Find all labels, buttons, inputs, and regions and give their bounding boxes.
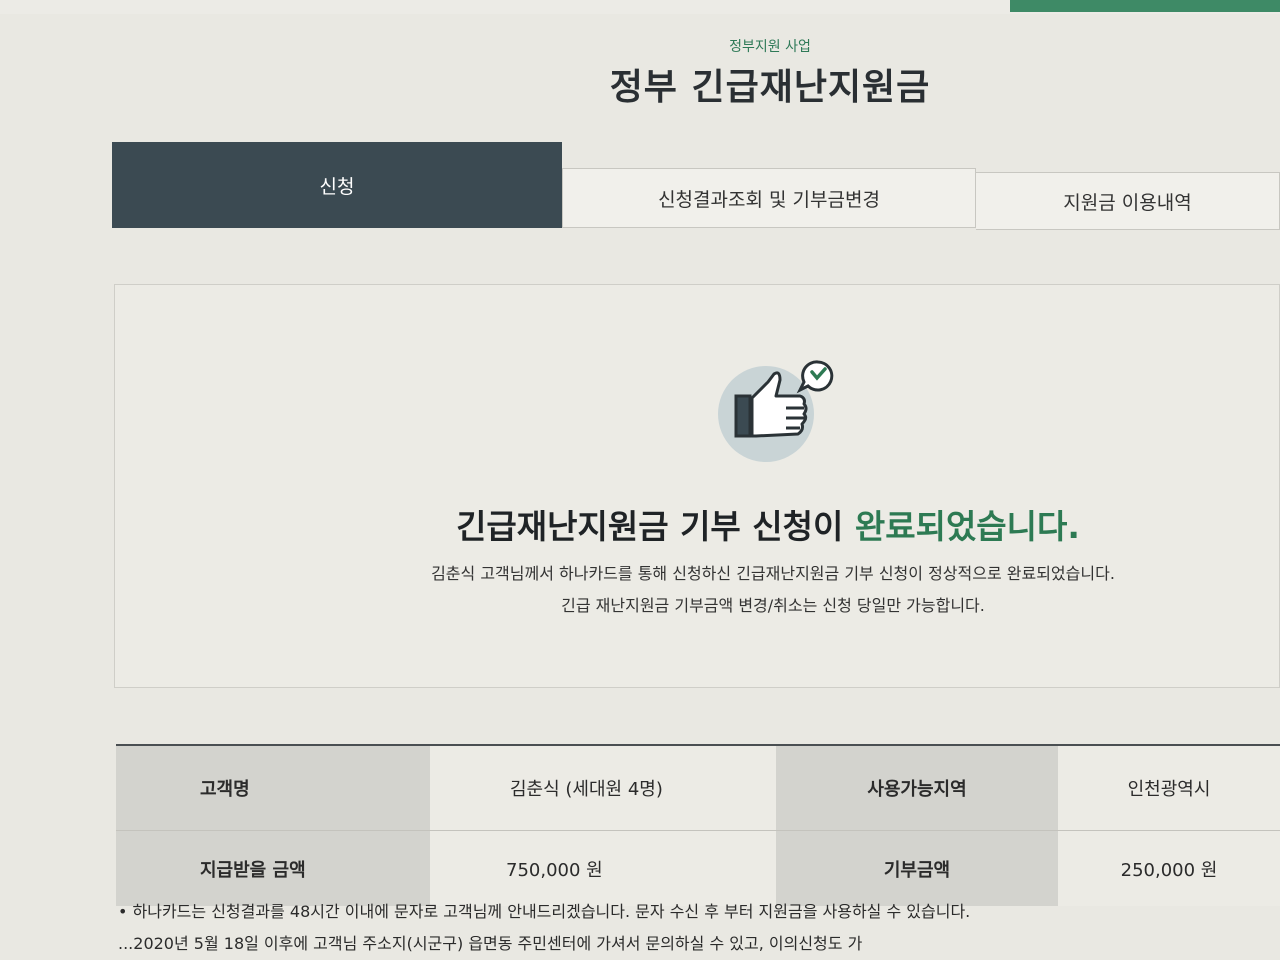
application-info-table: 고객명 김춘식 (세대원 4명) 사용가능지역 인천광역시 지급받을 금액 75… bbox=[116, 744, 1280, 906]
customer-name-label: 고객명 bbox=[116, 746, 430, 830]
completion-description-1: 김춘식 고객님께서 하나카드를 통해 신청하신 긴급재난지원금 기부 신청이 정… bbox=[431, 564, 1115, 583]
payout-amount-value: 750,000 원 bbox=[430, 831, 776, 906]
thumbs-up-check-icon bbox=[716, 352, 840, 464]
tab-apply[interactable]: 신청 bbox=[112, 142, 562, 228]
page-title: 정부 긴급재난지원금 bbox=[609, 67, 931, 108]
notice-item: • 하나카드는 신청결과를 48시간 이내에 문자로 고객님께 안내드리겠습니다… bbox=[118, 902, 971, 921]
customer-name-value: 김춘식 (세대원 4명) bbox=[430, 746, 776, 830]
result-panel bbox=[114, 284, 1280, 688]
headline-prefix: 긴급재난지원금 기부 신청이 bbox=[456, 507, 855, 546]
tab-usage-history[interactable]: 지원금 이용내역 bbox=[976, 172, 1280, 230]
tab-bar: 신청 신청결과조회 및 기부금변경 지원금 이용내역 bbox=[112, 142, 1280, 230]
notice-item: ...2020년 5월 18일 이후에 고객님 주소지(시군구) 읍면동 주민센… bbox=[118, 934, 863, 953]
completion-headline: 긴급재난지원금 기부 신청이 완료되었습니다. bbox=[0, 500, 1280, 548]
usable-region-label: 사용가능지역 bbox=[776, 746, 1058, 830]
top-bar-accent bbox=[1010, 0, 1280, 12]
completion-description-2: 긴급 재난지원금 기부금액 변경/취소는 신청 당일만 가능합니다. bbox=[561, 596, 985, 615]
usable-region-value: 인천광역시 bbox=[1058, 746, 1280, 830]
donation-amount-value: 250,000 원 bbox=[1058, 831, 1280, 906]
page-kicker: 정부지원 사업 bbox=[729, 39, 811, 55]
tab-result-inquiry[interactable]: 신청결과조회 및 기부금변경 bbox=[562, 168, 976, 228]
headline-emphasis: 완료되었습니다. bbox=[854, 507, 1080, 546]
notice-list: • 하나카드는 신청결과를 48시간 이내에 문자로 고객님께 안내드리겠습니다… bbox=[118, 896, 1280, 960]
payout-amount-label: 지급받을 금액 bbox=[116, 831, 430, 906]
donation-amount-label: 기부금액 bbox=[776, 831, 1058, 906]
